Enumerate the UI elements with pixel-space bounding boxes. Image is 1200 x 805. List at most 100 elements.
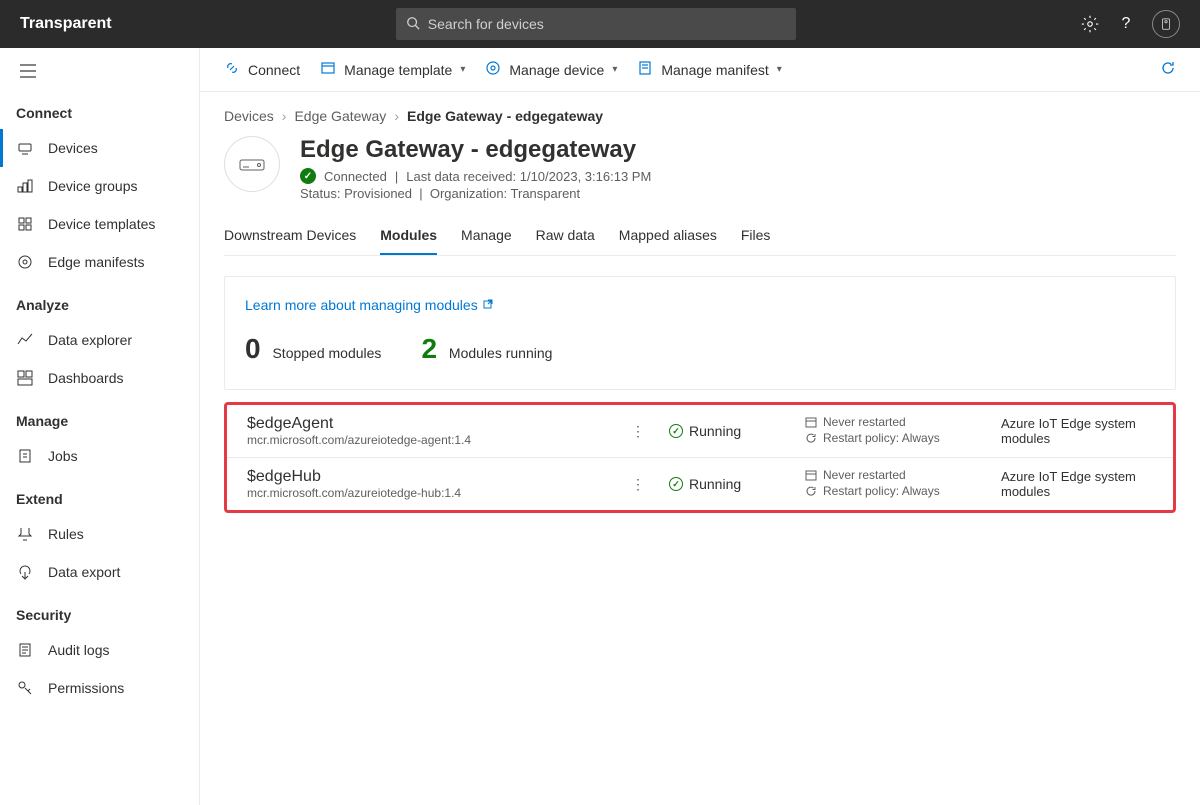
gear-icon[interactable] xyxy=(1080,14,1100,34)
top-bar: Transparent ? xyxy=(0,0,1200,48)
nav-label: Edge manifests xyxy=(48,254,145,270)
breadcrumb-devices[interactable]: Devices xyxy=(224,108,274,124)
search-container xyxy=(112,8,1080,40)
running-label: Modules running xyxy=(449,345,553,361)
nav-label: Jobs xyxy=(48,448,78,464)
chevron-down-icon: ▾ xyxy=(777,64,782,75)
audit-logs-icon xyxy=(16,641,34,659)
toolbar-label: Manage device xyxy=(509,62,604,78)
calendar-icon xyxy=(805,416,817,428)
device-avatar xyxy=(224,136,280,192)
section-security: Security xyxy=(0,591,199,631)
calendar-icon xyxy=(805,469,817,481)
nav-label: Data export xyxy=(48,564,120,580)
nav-label: Dashboards xyxy=(48,370,124,386)
breadcrumb-current: Edge Gateway - edgegateway xyxy=(407,108,603,124)
tab-raw-data[interactable]: Raw data xyxy=(536,217,595,255)
nav-label: Audit logs xyxy=(48,642,109,658)
running-count: 2 xyxy=(421,333,437,364)
breadcrumb-edge-gateway[interactable]: Edge Gateway xyxy=(294,108,386,124)
status-label: Status: Provisioned xyxy=(300,186,412,201)
search-box[interactable] xyxy=(396,8,796,40)
stopped-stat: 0 Stopped modules xyxy=(245,333,381,365)
more-icon[interactable]: ⋮ xyxy=(623,476,653,493)
nav-label: Permissions xyxy=(48,680,124,696)
toolbar-label: Manage template xyxy=(344,62,452,78)
connect-icon xyxy=(224,60,240,79)
chevron-right-icon: › xyxy=(394,108,399,124)
nav-label: Rules xyxy=(48,526,84,542)
nav-label: Devices xyxy=(48,140,98,156)
module-image: mcr.microsoft.com/azureiotedge-hub:1.4 xyxy=(247,486,607,500)
refresh-button[interactable] xyxy=(1160,60,1176,79)
connect-button[interactable]: Connect xyxy=(224,60,300,79)
device-icon xyxy=(485,60,501,79)
tab-downstream-devices[interactable]: Downstream Devices xyxy=(224,217,356,255)
sidebar-item-rules[interactable]: Rules xyxy=(0,515,199,553)
status-line: ✓ Connected | Last data received: 1/10/2… xyxy=(300,168,651,184)
search-input[interactable] xyxy=(428,16,786,32)
sidebar-item-dashboards[interactable]: Dashboards xyxy=(0,359,199,397)
avatar[interactable] xyxy=(1152,10,1180,38)
hamburger-icon[interactable] xyxy=(0,56,199,89)
help-icon[interactable]: ? xyxy=(1116,14,1136,34)
manage-manifest-button[interactable]: Manage manifest ▾ xyxy=(637,60,781,79)
running-icon xyxy=(669,477,683,491)
section-extend: Extend xyxy=(0,475,199,515)
module-name: $edgeHub xyxy=(247,468,607,486)
tabs: Downstream Devices Modules Manage Raw da… xyxy=(224,217,1176,256)
stopped-label: Stopped modules xyxy=(272,345,381,361)
top-icons: ? xyxy=(1080,10,1180,38)
sidebar-item-devices[interactable]: Devices xyxy=(0,129,199,167)
restart-policy: Restart policy: Always xyxy=(805,484,985,498)
toolbar-label: Manage manifest xyxy=(661,62,768,78)
more-icon[interactable]: ⋮ xyxy=(623,423,653,440)
jobs-icon xyxy=(16,447,34,465)
tab-manage[interactable]: Manage xyxy=(461,217,512,255)
stopped-count: 0 xyxy=(245,333,261,364)
module-row[interactable]: $edgeAgent mcr.microsoft.com/azureiotedg… xyxy=(227,405,1173,458)
modules-summary-card: Learn more about managing modules 0 Stop… xyxy=(224,276,1176,390)
running-stat: 2 Modules running xyxy=(421,333,552,365)
module-row[interactable]: $edgeHub mcr.microsoft.com/azureiotedge-… xyxy=(227,458,1173,510)
page-title: Edge Gateway - edgegateway xyxy=(300,136,651,164)
manifest-icon xyxy=(637,60,653,79)
tab-files[interactable]: Files xyxy=(741,217,771,255)
sidebar-item-audit-logs[interactable]: Audit logs xyxy=(0,631,199,669)
manage-template-button[interactable]: Manage template ▾ xyxy=(320,60,465,79)
external-link-icon xyxy=(482,297,494,313)
device-groups-icon xyxy=(16,177,34,195)
tab-mapped-aliases[interactable]: Mapped aliases xyxy=(619,217,717,255)
nav-label: Device templates xyxy=(48,216,155,232)
nav-label: Device groups xyxy=(48,178,138,194)
device-templates-icon xyxy=(16,215,34,233)
data-export-icon xyxy=(16,563,34,581)
tab-modules[interactable]: Modules xyxy=(380,217,437,255)
manage-device-button[interactable]: Manage device ▾ xyxy=(485,60,617,79)
last-data-label: Last data received: 1/10/2023, 3:16:13 P… xyxy=(406,169,651,184)
section-connect: Connect xyxy=(0,89,199,129)
sidebar-item-permissions[interactable]: Permissions xyxy=(0,669,199,707)
section-manage: Manage xyxy=(0,397,199,437)
refresh-icon xyxy=(1160,60,1176,79)
sidebar-item-jobs[interactable]: Jobs xyxy=(0,437,199,475)
rules-icon xyxy=(16,525,34,543)
sidebar-item-device-groups[interactable]: Device groups xyxy=(0,167,199,205)
module-type: Azure IoT Edge system modules xyxy=(1001,469,1153,499)
restart-policy: Restart policy: Always xyxy=(805,431,985,445)
learn-more-link[interactable]: Learn more about managing modules xyxy=(245,297,494,313)
edge-manifests-icon xyxy=(16,253,34,271)
main-content: Connect Manage template ▾ Manage device … xyxy=(200,48,1200,805)
sidebar-item-device-templates[interactable]: Device templates xyxy=(0,205,199,243)
sidebar-item-data-export[interactable]: Data export xyxy=(0,553,199,591)
nav-label: Data explorer xyxy=(48,332,132,348)
breadcrumb: Devices › Edge Gateway › Edge Gateway - … xyxy=(224,108,1176,124)
search-icon xyxy=(406,16,428,33)
module-image: mcr.microsoft.com/azureiotedge-agent:1.4 xyxy=(247,433,607,447)
sidebar-item-data-explorer[interactable]: Data explorer xyxy=(0,321,199,359)
sidebar-item-edge-manifests[interactable]: Edge manifests xyxy=(0,243,199,281)
connected-label: Connected xyxy=(324,169,387,184)
chevron-down-icon: ▾ xyxy=(460,64,465,75)
page-header: Edge Gateway - edgegateway ✓ Connected |… xyxy=(224,136,1176,201)
toolbar-label: Connect xyxy=(248,62,300,78)
